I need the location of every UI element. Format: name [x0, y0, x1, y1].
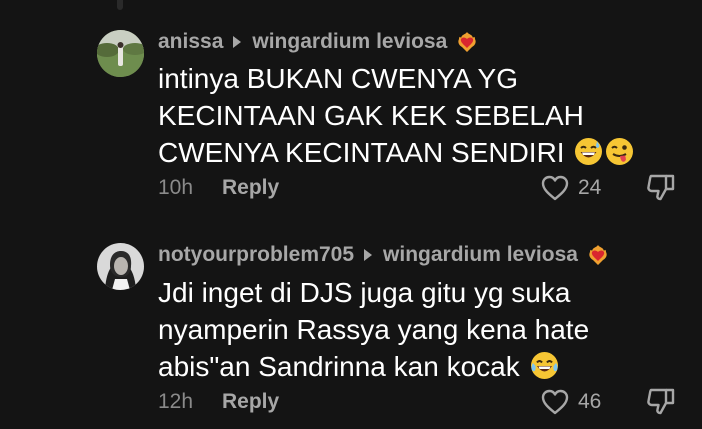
reply-button[interactable]: Reply	[222, 176, 279, 200]
thread-connector	[117, 0, 123, 10]
comment-line: intinya BUKAN CWENYA YG	[158, 63, 518, 94]
like-button[interactable]: 24	[540, 172, 601, 204]
like-count: 46	[578, 390, 602, 413]
comment-line-with-emoji: abis"an Sandrinna kan kocak	[158, 348, 668, 385]
comment-line: Jdi inget di DJS juga gitu yg suka	[158, 277, 571, 308]
thumbs-down-icon	[647, 174, 675, 201]
dislike-button[interactable]	[644, 171, 678, 205]
tears-of-joy-emoji-icon	[530, 351, 559, 380]
comment-text: intinya BUKAN CWENYA YG KECINTAAN GAK KE…	[158, 60, 668, 171]
reply-to-username[interactable]: wingardium leviosa	[252, 30, 447, 54]
comment-line: nyamperin Rassya yang kena hate	[158, 314, 590, 345]
heart-on-fire-icon	[586, 243, 610, 267]
comment-line: CWENYA KECINTAAN SENDIRI	[158, 137, 565, 168]
username[interactable]: anissa	[158, 30, 223, 54]
like-button[interactable]: 46	[540, 386, 601, 418]
comments-screen: anissa wingardium leviosa intinya BUKAN …	[0, 0, 702, 429]
comment-text: Jdi inget di DJS juga gitu yg suka nyamp…	[158, 274, 668, 385]
grinning-sweat-emoji-icon	[574, 137, 603, 166]
reply-to-username[interactable]: wingardium leviosa	[383, 243, 578, 267]
reply-arrow-icon	[364, 249, 373, 261]
username[interactable]: notyourproblem705	[158, 243, 354, 267]
comment-line: abis"an Sandrinna kan kocak	[158, 351, 520, 382]
dislike-button[interactable]	[644, 385, 678, 419]
comment-header: notyourproblem705 wingardium leviosa	[158, 240, 610, 270]
avatar[interactable]	[97, 30, 144, 77]
thumbs-down-icon	[647, 388, 675, 415]
avatar[interactable]	[97, 243, 144, 290]
heart-outline-icon	[541, 389, 569, 415]
comment-header: anissa wingardium leviosa	[158, 27, 479, 57]
comment-line-with-emoji: CWENYA KECINTAAN SENDIRI	[158, 134, 668, 171]
like-count: 24	[578, 176, 602, 199]
heart-outline-icon	[541, 175, 569, 201]
reply-button[interactable]: Reply	[222, 390, 279, 414]
timestamp: 12h	[158, 390, 194, 413]
timestamp: 10h	[158, 176, 194, 199]
comment-meta: 12h Reply	[158, 387, 279, 417]
heart-on-fire-icon	[455, 30, 479, 54]
comment-meta: 10h Reply	[158, 173, 279, 203]
winking-tongue-emoji-icon	[605, 137, 634, 166]
reply-arrow-icon	[233, 36, 242, 48]
comment-line: KECINTAAN GAK KEK SEBELAH	[158, 100, 584, 131]
